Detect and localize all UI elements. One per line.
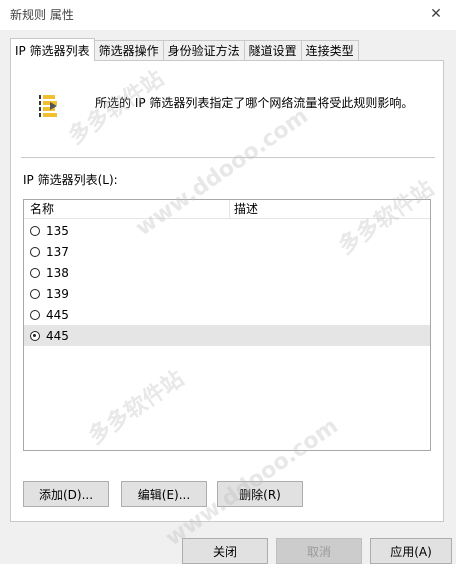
list-item[interactable]: 137 <box>24 241 430 262</box>
column-header-name[interactable]: 名称 <box>24 200 230 218</box>
divider <box>21 157 435 158</box>
tab-tunnel-settings[interactable]: 隧道设置 <box>243 40 302 60</box>
edit-button[interactable]: 编辑(E)... <box>121 481 207 507</box>
tab-authentication-methods[interactable]: 身份验证方法 <box>162 40 245 60</box>
radio-button[interactable] <box>30 267 40 278</box>
close-window-button[interactable]: ✕ <box>416 0 456 28</box>
list-item-selected[interactable]: 445 <box>24 325 430 346</box>
radio-button[interactable] <box>30 225 40 236</box>
list-item-name: 138 <box>46 265 69 280</box>
delete-button[interactable]: 删除(R) <box>217 481 303 507</box>
list-item[interactable]: 139 <box>24 283 430 304</box>
filter-listview[interactable]: 名称 描述 135 137 138 139 445 445 <box>23 199 431 451</box>
close-icon: ✕ <box>430 6 442 22</box>
tab-panel: 所选的 IP 筛选器列表指定了哪个网络流量将受此规则影响。 IP 筛选器列表(L… <box>10 60 444 522</box>
filter-list-label: IP 筛选器列表(L): <box>23 173 118 187</box>
info-description: 所选的 IP 筛选器列表指定了哪个网络流量将受此规则影响。 <box>95 96 414 110</box>
radio-button[interactable] <box>30 288 40 299</box>
tab-ip-filter-list[interactable]: IP 筛选器列表 <box>10 38 95 61</box>
radio-button[interactable] <box>30 309 40 320</box>
window-title: 新规则 属性 <box>10 8 74 22</box>
list-item[interactable]: 445 <box>24 304 430 325</box>
apply-button[interactable]: 应用(A) <box>370 538 452 564</box>
add-button[interactable]: 添加(D)... <box>23 481 109 507</box>
close-button[interactable]: 关闭 <box>182 538 268 564</box>
list-item-name: 445 <box>46 328 69 343</box>
title-bar: 新规则 属性 ✕ <box>0 0 456 30</box>
list-item-name: 137 <box>46 244 69 259</box>
list-item-name: 139 <box>46 286 69 301</box>
filter-list-icon <box>39 95 57 117</box>
tab-connection-type[interactable]: 连接类型 <box>300 40 359 60</box>
tab-filter-action[interactable]: 筛选器操作 <box>93 40 164 60</box>
list-item[interactable]: 138 <box>24 262 430 283</box>
list-item-name: 135 <box>46 223 69 238</box>
radio-button[interactable] <box>30 246 40 257</box>
list-item[interactable]: 135 <box>24 220 430 241</box>
cancel-button[interactable]: 取消 <box>276 538 362 564</box>
listview-rows: 135 137 138 139 445 445 <box>24 220 430 346</box>
tab-strip: IP 筛选器列表 筛选器操作 身份验证方法 隧道设置 连接类型 <box>10 38 359 61</box>
radio-button-checked[interactable] <box>30 330 40 341</box>
list-item-name: 445 <box>46 307 69 322</box>
listview-header: 名称 描述 <box>24 200 430 219</box>
column-header-description[interactable]: 描述 <box>230 200 258 218</box>
